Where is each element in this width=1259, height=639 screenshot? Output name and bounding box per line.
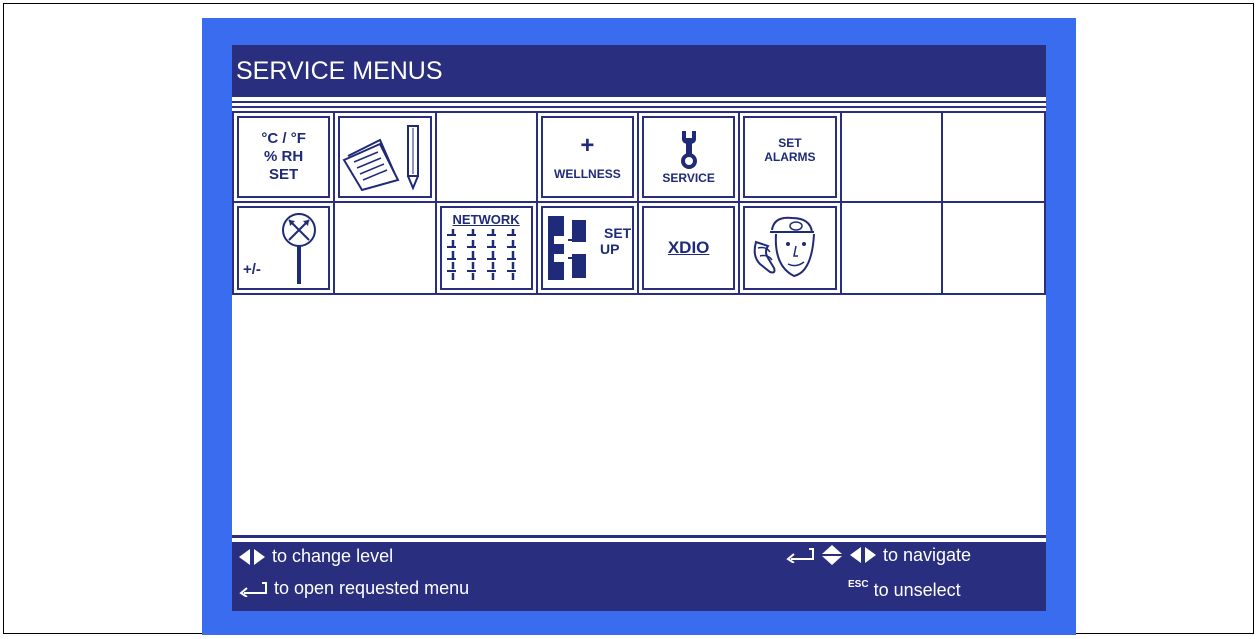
up-down-arrows-icon (821, 544, 843, 566)
title-divider-2 (232, 106, 1046, 108)
network-label: NETWORK (452, 212, 520, 227)
menu-cell-empty-2[interactable] (841, 113, 943, 203)
logbook-icon (338, 116, 432, 198)
menu-cell-empty-4[interactable] (335, 203, 437, 293)
status-bar: to change level to open requested menu t… (232, 542, 1046, 611)
hint-change-level: to change level (238, 546, 393, 567)
service-menu-screen: SERVICE MENUS °C / °F % RH SET + WELLNES… (232, 45, 1046, 611)
menu-cell-alarms[interactable]: SET ALARMS (740, 113, 842, 203)
hint-navigate: to navigate (785, 544, 971, 566)
menu-cell-units[interactable]: °C / °F % RH SET (234, 113, 336, 203)
network-icon: NETWORK (439, 206, 533, 290)
title-divider (232, 101, 1046, 103)
units-label-temp: °C / °F (261, 130, 306, 147)
calibrate-icon: +/- (237, 206, 331, 290)
menu-cell-empty-6[interactable] (943, 203, 1044, 293)
units-label-set: SET (269, 166, 299, 183)
menu-cell-logbook[interactable] (335, 113, 437, 203)
menu-grid: °C / °F % RH SET + WELLNESS SERVICE SET … (232, 111, 1046, 295)
setup-icon: SET UP (540, 206, 634, 290)
status-divider (232, 535, 1046, 538)
calibrate-label: +/- (243, 261, 261, 278)
left-right-arrows-icon (238, 548, 266, 566)
menu-cell-empty-3[interactable] (942, 113, 1044, 203)
page-title: SERVICE MENUS (232, 45, 1046, 97)
menu-cell-service[interactable]: SERVICE (639, 113, 741, 203)
enter-icon (238, 581, 268, 597)
enter-icon (785, 547, 815, 563)
menu-cell-empty-1[interactable] (436, 113, 538, 203)
hint-unselect: ESC to unselect (848, 579, 961, 601)
hint-unselect-text: to unselect (873, 580, 961, 600)
menu-cell-technician[interactable] (740, 203, 842, 293)
hint-navigate-text: to navigate (883, 544, 972, 565)
hint-change-level-text: to change level (272, 546, 394, 566)
xdio-label: XDIO (667, 238, 710, 257)
setup-label-up: UP (600, 241, 619, 257)
technician-icon (743, 206, 837, 290)
menu-cell-empty-5[interactable] (842, 203, 943, 293)
units-label-humidity: % RH (264, 148, 304, 165)
menu-cell-xdio[interactable]: XDIO (639, 203, 741, 293)
service-wrench-icon: SERVICE (642, 116, 736, 198)
units-icon: °C / °F % RH SET (237, 116, 331, 198)
alarms-label-set: SET (778, 136, 802, 150)
alarms-icon: SET ALARMS (743, 116, 837, 198)
service-label: SERVICE (662, 171, 715, 185)
hint-open-menu: to open requested menu (238, 578, 469, 599)
left-right-arrows-icon (849, 546, 877, 564)
hint-open-menu-text: to open requested menu (274, 578, 470, 598)
menu-cell-calibrate[interactable]: +/- (234, 203, 336, 293)
xdio-icon: XDIO (642, 206, 736, 290)
menu-cell-setup[interactable]: SET UP (538, 203, 639, 293)
esc-key-label: ESC (848, 579, 869, 590)
wellness-plus: + (580, 132, 595, 159)
alarms-label: ALARMS (764, 150, 816, 164)
setup-label-set: SET (604, 225, 632, 241)
menu-cell-wellness[interactable]: + WELLNESS (537, 113, 639, 203)
menu-cell-network[interactable]: NETWORK (437, 203, 538, 293)
wellness-label: WELLNESS (554, 167, 621, 181)
wellness-icon: + WELLNESS (540, 116, 634, 198)
